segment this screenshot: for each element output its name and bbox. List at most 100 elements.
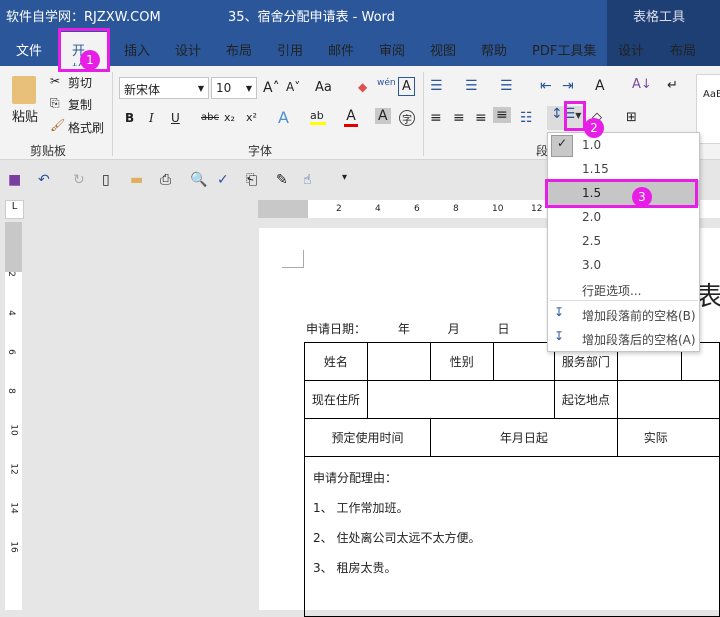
align-right-icon[interactable]: ≡ xyxy=(475,110,487,126)
ruler-tick: 8 xyxy=(5,388,16,394)
edit-table-icon[interactable]: ✎ xyxy=(276,172,288,188)
tab-view[interactable]: 视图 xyxy=(430,40,456,59)
enclose-char-icon[interactable]: 字 xyxy=(399,110,415,126)
month-label: 月 xyxy=(447,322,460,336)
customize-qat-icon[interactable]: ▾ xyxy=(342,172,347,183)
distributed-icon[interactable]: ☷ xyxy=(520,110,533,126)
open-folder-icon[interactable]: ▬ xyxy=(130,172,143,188)
ruler-tick: 10 xyxy=(492,204,504,214)
align-left-icon[interactable]: ≡ xyxy=(430,110,442,126)
justify-icon[interactable]: ≡ xyxy=(493,107,511,123)
document-title: 35、宿舍分配申请表 - Word xyxy=(228,10,395,25)
change-case-button[interactable]: Aa xyxy=(315,80,332,95)
underline-button[interactable]: U xyxy=(171,111,180,125)
tab-insert[interactable]: 插入 xyxy=(124,40,150,59)
tab-mailings[interactable]: 邮件 xyxy=(328,40,354,59)
highlight-color-icon[interactable]: ab xyxy=(310,109,326,125)
font-size-value: 10 xyxy=(216,81,232,95)
bullets-icon[interactable]: ☰ xyxy=(430,78,443,94)
cell-address-label[interactable]: 现在住所 xyxy=(304,380,368,419)
new-document-icon[interactable]: ▯ xyxy=(102,172,110,188)
cell-location-value[interactable] xyxy=(616,380,720,419)
cut-button[interactable]: 剪切 xyxy=(68,74,92,91)
sort-icon[interactable]: A↓ xyxy=(632,77,652,92)
asian-layout-icon[interactable]: A xyxy=(595,78,605,94)
cell-address-value[interactable] xyxy=(366,380,556,419)
cell-reserve-time-label[interactable]: 预定使用时间 xyxy=(304,418,431,457)
ruler-tick: 8 xyxy=(453,204,459,214)
step-badge-2: 2 xyxy=(584,118,604,138)
borders-icon[interactable]: ⊞ xyxy=(626,110,637,125)
strikethrough-button[interactable]: abc xyxy=(201,112,219,123)
redo-icon[interactable]: ↻ xyxy=(73,172,85,188)
spacing-2-5[interactable]: 2.5 xyxy=(582,234,601,248)
spacing-1-15[interactable]: 1.15 xyxy=(582,162,609,176)
checkmark-icon: ✓ xyxy=(551,135,573,157)
font-color-icon[interactable]: A xyxy=(344,108,358,127)
tab-help[interactable]: 帮助 xyxy=(481,40,507,59)
tab-layout[interactable]: 布局 xyxy=(226,40,252,59)
context-tab-label: 表格工具 xyxy=(633,10,686,25)
ruler-tick: 12 xyxy=(531,204,543,214)
font-size-combo[interactable]: 10 ▼ xyxy=(211,77,257,99)
cell-reason[interactable]: 申请分配理由： 1、 工作常加班。 2、 住处离公司太远不太方便。 3、 租房太… xyxy=(304,456,720,617)
italic-button[interactable]: I xyxy=(149,111,154,125)
decrease-indent-icon[interactable]: ⇤ xyxy=(540,78,552,94)
print-icon[interactable]: ⎙ xyxy=(160,172,171,188)
space-before-icon: ↧ xyxy=(554,305,565,319)
increase-indent-icon[interactable]: ⇥ xyxy=(562,78,574,94)
subscript-button[interactable]: x₂ xyxy=(224,111,235,124)
copy-icon: ⎘ xyxy=(50,96,60,110)
tab-pdf-tools[interactable]: PDF工具集 xyxy=(532,40,596,59)
tab-review[interactable]: 审阅 xyxy=(379,40,405,59)
spelling-icon[interactable]: ✓ xyxy=(217,172,229,188)
cell-name-value[interactable] xyxy=(366,342,431,381)
add-space-after[interactable]: 增加段落后的空格(A) xyxy=(582,331,696,348)
cell-gender-label[interactable]: 性别 xyxy=(429,342,494,381)
align-center-icon[interactable]: ≡ xyxy=(453,110,465,126)
clear-format-icon[interactable]: ◆ xyxy=(358,80,367,94)
char-shading-icon[interactable]: A xyxy=(375,108,391,124)
char-border-button[interactable]: A xyxy=(398,77,415,96)
tab-table-design[interactable]: 设计 xyxy=(618,40,644,59)
tab-design[interactable]: 设计 xyxy=(175,40,201,59)
paste-button[interactable]: 粘贴 xyxy=(12,106,38,125)
line-spacing-options[interactable]: 行距选项... xyxy=(582,282,641,299)
tab-references[interactable]: 引用 xyxy=(277,40,303,59)
touch-mode-icon[interactable]: ☝ xyxy=(303,172,312,188)
paste-icon[interactable] xyxy=(12,76,36,104)
undo-icon[interactable]: ↶ xyxy=(38,172,50,188)
vertical-ruler[interactable]: 2246810121416 xyxy=(5,222,22,610)
spacing-2-0[interactable]: 2.0 xyxy=(582,210,601,224)
site-label: 软件自学网：RJZXW.COM xyxy=(6,10,161,25)
add-space-before[interactable]: 增加段落前的空格(B) xyxy=(582,307,696,324)
cell-gender-value[interactable] xyxy=(492,342,556,381)
attach-icon[interactable]: ⎗ xyxy=(246,172,257,188)
cell-location-label[interactable]: 起讫地点 xyxy=(554,380,618,419)
cell-name-label[interactable]: 姓名 xyxy=(304,342,368,381)
text-effects-icon[interactable]: A xyxy=(278,108,289,127)
cell-from-date[interactable]: 年月日起 xyxy=(429,418,618,457)
grow-font-button[interactable]: A˄ xyxy=(263,80,280,96)
font-name-combo[interactable]: 新宋体 ▼ xyxy=(119,77,209,99)
spacing-3-0[interactable]: 3.0 xyxy=(582,258,601,272)
copy-button[interactable]: 复制 xyxy=(68,96,92,113)
save-icon[interactable]: ■ xyxy=(8,172,21,188)
ruler-tick: 6 xyxy=(414,204,420,214)
print-preview-icon[interactable]: 🔍 xyxy=(190,172,207,188)
tab-table-layout[interactable]: 布局 xyxy=(670,40,696,59)
tab-selector[interactable]: L xyxy=(5,200,24,219)
superscript-button[interactable]: x² xyxy=(246,111,257,124)
multilevel-list-icon[interactable]: ☰ xyxy=(500,78,513,94)
cell-actual[interactable]: 实际 xyxy=(616,418,720,457)
spacing-1-0[interactable]: 1.0 xyxy=(582,138,601,152)
numbering-icon[interactable]: ☰ xyxy=(465,78,478,94)
pinyin-button[interactable]: wén xyxy=(377,78,396,88)
table-row: 预定使用时间 年月日起 实际 xyxy=(304,418,720,457)
format-painter-button[interactable]: 格式刷 xyxy=(68,119,104,136)
tab-file[interactable]: 文件 xyxy=(16,40,42,59)
ruler-tick: 6 xyxy=(5,349,16,355)
shrink-font-button[interactable]: A˅ xyxy=(286,80,300,94)
show-marks-icon[interactable]: ↵ xyxy=(667,78,678,93)
bold-button[interactable]: B xyxy=(125,111,134,125)
